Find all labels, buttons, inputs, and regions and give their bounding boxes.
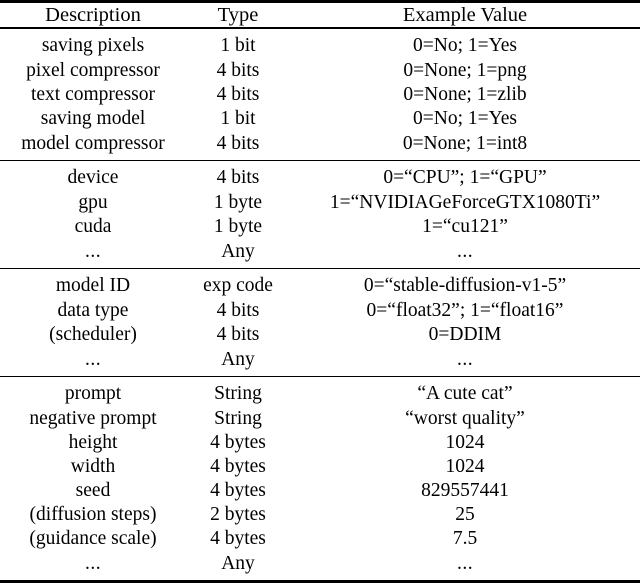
cell-type: 4 bits	[216, 60, 260, 82]
cell-type: 4 bytes	[210, 456, 266, 478]
column-header-type: Type	[217, 3, 259, 26]
cell-type: exp code	[203, 275, 273, 297]
table-header: Description Type Example Value	[0, 0, 640, 29]
cell-type: 2 bytes	[210, 504, 266, 526]
cell-type: 1 bit	[220, 108, 256, 130]
cell-type: 4 bits	[216, 324, 260, 346]
table-row: model ID exp code 0=“stable-diffusion-v1-5…	[0, 269, 640, 299]
cell-description: height	[68, 432, 118, 454]
cell-type: 4 bytes	[210, 480, 266, 502]
cell-type: 1 bit	[220, 35, 256, 57]
cell-description: ...	[84, 241, 102, 263]
table-row: model compressor 4 bits 0=None; 1=int8	[0, 131, 640, 160]
table-row: seed 4 bytes 829557441	[0, 479, 640, 503]
cell-example-value: 0=No; 1=Yes	[413, 35, 517, 57]
specification-table: Description Type Example Value saving pi…	[0, 0, 640, 583]
cell-example-value: 1=“NVIDIAGeForceGTX1080Ti”	[329, 192, 601, 214]
cell-description: saving pixels	[41, 35, 145, 57]
cell-description: width	[70, 456, 116, 478]
cell-type: Any	[221, 241, 255, 263]
spec-table-container: Description Type Example Value saving pi…	[0, 0, 640, 583]
cell-description: saving model	[40, 108, 146, 130]
cell-type: 4 bits	[216, 167, 260, 189]
table-row: saving model 1 bit 0=No; 1=Yes	[0, 107, 640, 131]
cell-description: (diffusion steps)	[29, 504, 157, 526]
table-row: (diffusion steps) 2 bytes 25	[0, 503, 640, 527]
cell-example-value: 1=“cu121”	[422, 216, 508, 238]
table-row: width 4 bytes 1024	[0, 455, 640, 479]
cell-description: seed	[75, 480, 111, 502]
cell-type: Any	[221, 553, 255, 575]
cell-example-value: “A cute cat”	[417, 383, 513, 405]
cell-description: pixel compressor	[26, 60, 160, 82]
cell-type: String	[214, 408, 262, 430]
cell-description: model compressor	[21, 133, 165, 155]
cell-example-value: 0=“stable-diffusion-v1-5”	[363, 275, 567, 297]
table-row: (scheduler) 4 bits 0=DDIM	[0, 323, 640, 347]
cell-type: Any	[221, 349, 255, 371]
cell-description: data type	[57, 300, 129, 322]
cell-example-value: ...	[456, 553, 474, 575]
cell-example-value: 1024	[445, 456, 485, 478]
table-row: device 4 bits 0=“CPU”; 1=“GPU”	[0, 161, 640, 191]
cell-description: device	[67, 167, 119, 189]
cell-type: 4 bits	[216, 300, 260, 322]
cell-example-value: 25	[455, 504, 475, 526]
cell-example-value: ...	[456, 241, 474, 263]
cell-example-value: 0=“CPU”; 1=“GPU”	[383, 167, 547, 189]
cell-description: cuda	[74, 216, 112, 238]
cell-example-value: 1024	[445, 432, 485, 454]
column-header-example-value: Example Value	[402, 3, 528, 26]
cell-description: ...	[84, 553, 102, 575]
column-header-description: Description	[45, 3, 141, 26]
cell-example-value: 7.5	[452, 528, 478, 550]
cell-description: (guidance scale)	[29, 528, 157, 550]
cell-description: ...	[84, 349, 102, 371]
cell-type: 1 byte	[213, 192, 263, 214]
table-row: ... Any...	[0, 347, 640, 376]
table-row: prompt String “A cute cat”	[0, 377, 640, 407]
table-row: negative prompt String “worst quality”	[0, 407, 640, 431]
table-row: (guidance scale) 4 bytes 7.5	[0, 527, 640, 551]
cell-description: text compressor	[30, 84, 155, 106]
cell-example-value: 0=None; 1=int8	[402, 133, 528, 155]
cell-example-value: 0=None; 1=zlib	[403, 84, 527, 106]
cell-example-value: 829557441	[421, 480, 509, 502]
cell-type: 4 bytes	[210, 528, 266, 550]
cell-example-value: ...	[456, 349, 474, 371]
cell-description: gpu	[78, 192, 108, 214]
cell-description: model ID	[55, 275, 131, 297]
table-row: pixel compressor 4 bits 0=None; 1=png	[0, 59, 640, 83]
table-row: ... Any...	[0, 239, 640, 268]
table-row: text compressor 4 bits 0=None; 1=zlib	[0, 83, 640, 107]
cell-type: 4 bytes	[210, 432, 266, 454]
cell-example-value: “worst quality”	[405, 408, 525, 430]
cell-description: prompt	[64, 383, 122, 405]
table-row: cuda 1 byte 1=“cu121”	[0, 215, 640, 239]
cell-type: String	[214, 383, 262, 405]
cell-description: (scheduler)	[49, 324, 137, 346]
cell-example-value: 0=“float32”; 1=“float16”	[366, 300, 564, 322]
header-row: Description Type Example Value	[0, 3, 640, 27]
table-row: saving pixels 1 bit 0=No; 1=Yes	[0, 29, 640, 59]
table-row: gpu 1 byte 1=“NVIDIAGeForceGTX1080Ti”	[0, 191, 640, 215]
cell-description: negative prompt	[29, 408, 157, 430]
table-row: height 4 bytes 1024	[0, 431, 640, 455]
table-row: ... Any...	[0, 551, 640, 580]
cell-example-value: 0=No; 1=Yes	[413, 108, 517, 130]
cell-type: 4 bits	[216, 133, 260, 155]
table-row: data type 4 bits 0=“float32”; 1=“float16”	[0, 299, 640, 323]
cell-example-value: 0=None; 1=png	[403, 60, 527, 82]
cell-type: 4 bits	[216, 84, 260, 106]
cell-example-value: 0=DDIM	[428, 324, 502, 346]
cell-type: 1 byte	[213, 216, 263, 238]
table-body: saving pixels 1 bit 0=No; 1=Yes pixel compr…	[0, 29, 640, 580]
